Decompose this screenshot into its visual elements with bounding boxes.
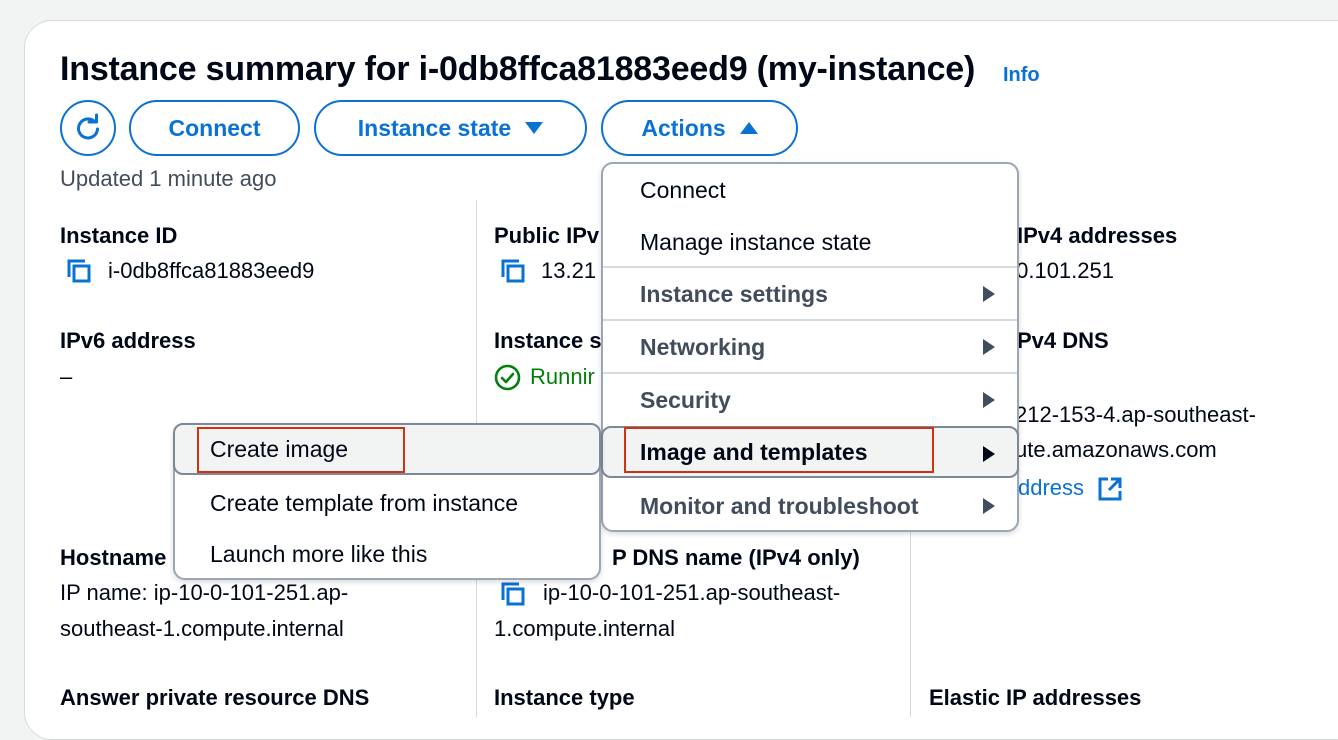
refresh-icon <box>77 113 99 140</box>
instance-id-value: i-0db8ffca81883eed9 <box>108 258 315 283</box>
connect-button-label: Connect <box>168 114 261 141</box>
connect-button[interactable]: Connect <box>129 100 300 156</box>
private-dns-label: P DNS name (IPv4 only) <box>612 545 860 570</box>
check-circle-icon <box>494 364 521 391</box>
menu-item-monitor-and-troubleshoot[interactable]: Monitor and troubleshoot <box>603 480 1017 532</box>
chevron-right-icon <box>983 498 995 514</box>
caret-down-icon <box>525 122 544 134</box>
chevron-right-icon <box>983 339 995 355</box>
updated-timestamp: Updated 1 minute ago <box>60 166 277 191</box>
public-dns-value-line2: ute.amazonaws.com <box>1015 437 1217 462</box>
elastic-ip-label: Elastic IP addresses <box>929 685 1142 710</box>
answer-dns-label: Answer private resource DNS <box>60 685 370 710</box>
hostname-label: Hostname <box>60 545 167 570</box>
hostname-value-line2: southeast-1.compute.internal <box>60 616 344 641</box>
ipv6-value: – <box>60 364 73 389</box>
submenu-item-create-template[interactable]: Create template from instance <box>175 477 599 529</box>
menu-item-manage-instance-state[interactable]: Manage instance state <box>603 216 1017 268</box>
highlight-box <box>197 427 405 473</box>
copy-icon[interactable] <box>500 581 526 607</box>
private-ip-label: IPv4 addresses <box>1017 223 1178 248</box>
submenu-item-launch-more-like-this[interactable]: Launch more like this <box>175 528 599 580</box>
info-link[interactable]: Info <box>1003 64 1040 87</box>
instance-state-value: Runnir <box>530 364 595 389</box>
public-ip-label: Public IPv <box>494 223 600 248</box>
instance-id-label: Instance ID <box>60 223 178 248</box>
chevron-right-icon <box>983 286 995 302</box>
actions-button[interactable]: Actions <box>601 100 798 156</box>
refresh-button[interactable] <box>60 100 116 156</box>
actions-menu: Connect Manage instance state Instance s… <box>601 162 1019 532</box>
menu-item-label: Networking <box>640 333 766 360</box>
caret-up-icon <box>739 122 758 134</box>
public-dns-value: 212-153-4.ap-southeast- <box>1015 402 1256 427</box>
public-ip-value: 13.21 <box>541 258 597 283</box>
chevron-right-icon <box>983 446 995 462</box>
menu-item-instance-settings[interactable]: Instance settings <box>603 268 1017 320</box>
menu-item-label: Security <box>640 386 731 413</box>
instance-state-label: Instance s <box>494 328 602 353</box>
open-address-link[interactable]: ddress <box>1018 475 1084 501</box>
instance-state-button-label: Instance state <box>357 114 512 141</box>
menu-item-label: Instance settings <box>640 280 828 307</box>
instance-state-button[interactable]: Instance state <box>314 100 587 156</box>
instance-type-label: Instance type <box>494 685 635 710</box>
submenu-item-label: Launch more like this <box>210 540 428 567</box>
menu-item-connect[interactable]: Connect <box>603 164 1017 216</box>
ipv6-label: IPv6 address <box>60 328 196 353</box>
page-title: Instance summary for i-0db8ffca81883eed9… <box>60 50 976 88</box>
public-dns-label: Pv4 DNS <box>1017 328 1109 353</box>
private-ip-value: .0.101.251 <box>1010 258 1114 283</box>
copy-icon[interactable] <box>500 258 526 284</box>
menu-item-label: Manage instance state <box>640 228 872 255</box>
external-link-icon[interactable] <box>1097 476 1123 502</box>
menu-item-label: Monitor and troubleshoot <box>640 492 919 519</box>
menu-item-networking[interactable]: Networking <box>603 321 1017 373</box>
copy-icon[interactable] <box>66 258 92 284</box>
submenu-item-label: Create template from instance <box>210 489 519 516</box>
menu-item-security[interactable]: Security <box>603 374 1017 426</box>
private-dns-value: ip-10-0-101-251.ap-southeast- <box>543 580 841 605</box>
menu-item-label: Connect <box>640 176 726 203</box>
chevron-right-icon <box>983 392 995 408</box>
hostname-value: IP name: ip-10-0-101-251.ap- <box>60 580 349 605</box>
highlight-box <box>624 427 934 473</box>
private-dns-value-line2: 1.compute.internal <box>494 616 675 641</box>
actions-button-label: Actions <box>641 114 726 141</box>
